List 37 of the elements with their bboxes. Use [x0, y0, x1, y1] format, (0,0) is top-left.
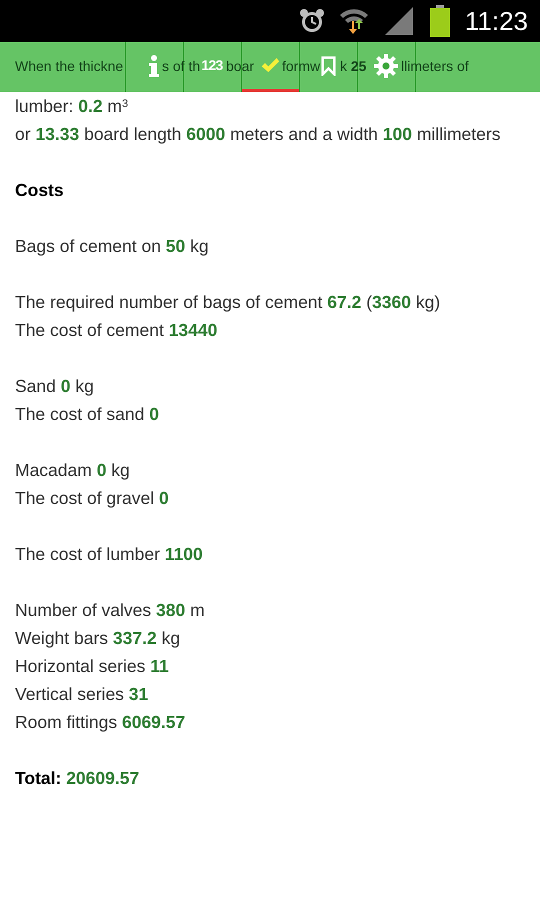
battery-icon: [428, 5, 451, 37]
tab[interactable]: 123: [199, 53, 225, 78]
alarm-icon: [298, 8, 325, 34]
wifi-icon: [338, 7, 369, 35]
result-text: Weight bars 337.2 kg: [15, 627, 180, 650]
result-text: The cost of sand 0: [15, 403, 159, 426]
clock-text: 11:23: [464, 8, 528, 34]
result-text: lumber: 0.2 m$^{3}$: [15, 95, 128, 118]
partly-hidden-text: When the thickne: [15, 58, 124, 74]
partly-hidden-text: boar: [226, 58, 254, 74]
result-text: Vertical series 31: [15, 683, 148, 706]
result-text: Sand 0 kg: [15, 375, 94, 398]
total-text: Total: 20609.57: [15, 767, 140, 790]
partly-hidden-text: llimeters of: [401, 58, 469, 74]
result-text: Bags of cement on 50 kg: [15, 235, 209, 258]
tab[interactable]: [372, 52, 400, 80]
signal-icon: [382, 5, 415, 37]
check-icon: [260, 57, 280, 74]
bookmark-icon: [320, 56, 336, 76]
result-text: The cost of cement 13440: [15, 319, 218, 342]
section-heading: Costs: [15, 179, 64, 202]
tab-indicator: [242, 89, 298, 92]
result-text: The required number of bags of cement 67.2 (3360 kg): [15, 291, 440, 314]
partly-hidden-text: s of th: [162, 58, 200, 74]
result-text: Number of valves 380 m: [15, 599, 205, 622]
tab[interactable]: [318, 54, 338, 78]
result-text: Horizontal series 11: [15, 655, 169, 678]
result-text: The cost of lumber 1100: [15, 543, 203, 566]
partly-hidden-text: k 25: [340, 58, 366, 74]
result-text: Room fittings 6069.57: [15, 711, 186, 734]
info-icon: [148, 54, 160, 76]
result-text: Macadam 0 kg: [15, 459, 130, 482]
result-text: or 13.33 board length 6000 meters and a width 100 millimeters: [15, 123, 500, 146]
settings-icon: [374, 54, 398, 78]
partly-hidden-text: formw: [282, 58, 320, 74]
tab[interactable]: [146, 52, 162, 78]
result-text: The cost of gravel 0: [15, 487, 169, 510]
